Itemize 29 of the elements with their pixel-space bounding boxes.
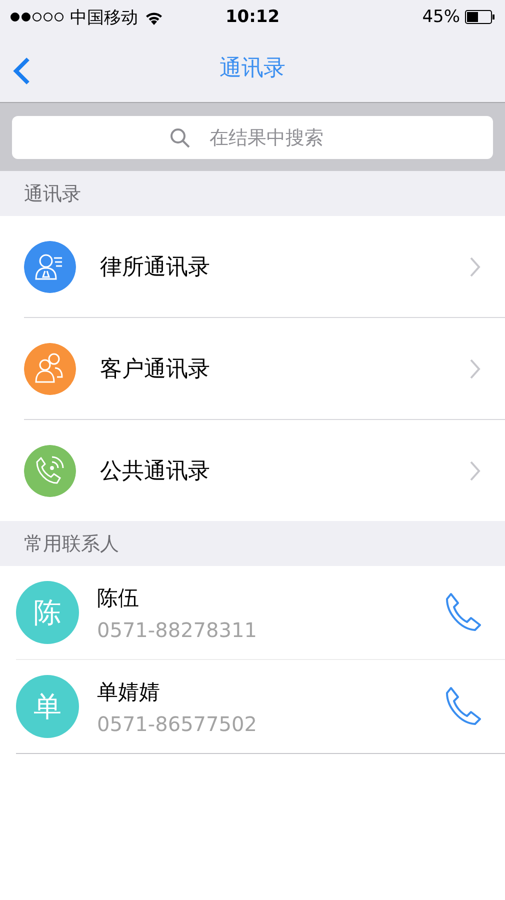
search-icon bbox=[170, 128, 190, 148]
search-field[interactable]: 在结果中搜索 bbox=[12, 116, 493, 159]
directory-row[interactable]: 律所通讯录 bbox=[24, 216, 505, 318]
chevron-icon bbox=[469, 460, 481, 482]
clock-time: 10:12 bbox=[225, 7, 280, 27]
avatar: 陈 bbox=[16, 581, 79, 644]
directory-row[interactable]: 客户通讯录 bbox=[24, 318, 505, 420]
row-label: 客户通讯录 bbox=[100, 356, 211, 384]
avatar: 单 bbox=[16, 675, 79, 738]
call-button[interactable] bbox=[445, 591, 481, 634]
battery-percent: 45% bbox=[422, 7, 460, 27]
signal-icon bbox=[10, 12, 64, 22]
phone-number: 0571-86577502 bbox=[97, 712, 258, 736]
section-header: 通讯录 bbox=[24, 182, 81, 206]
phone-number: 0571-88278311 bbox=[97, 618, 258, 642]
call-button[interactable] bbox=[445, 685, 481, 728]
contact-name: 陈伍 bbox=[97, 584, 140, 612]
contact-row[interactable]: 单 单婧婧 0571-86577502 bbox=[16, 660, 505, 754]
row-label: 律所通讯录 bbox=[100, 254, 211, 282]
section-header: 常用联系人 bbox=[24, 532, 119, 556]
page-title: 通讯录 bbox=[220, 55, 286, 83]
contact-name: 单婧婧 bbox=[97, 678, 161, 706]
row-label: 公共通讯录 bbox=[100, 458, 211, 486]
battery-icon bbox=[465, 10, 496, 24]
directory-row[interactable]: 公共通讯录 bbox=[24, 420, 505, 521]
contact-row[interactable]: 陈 陈伍 0571-88278311 bbox=[16, 566, 505, 660]
chevron-icon bbox=[469, 358, 481, 380]
carrier-name: 中国移动 bbox=[70, 6, 138, 28]
chevron-icon bbox=[469, 256, 481, 278]
